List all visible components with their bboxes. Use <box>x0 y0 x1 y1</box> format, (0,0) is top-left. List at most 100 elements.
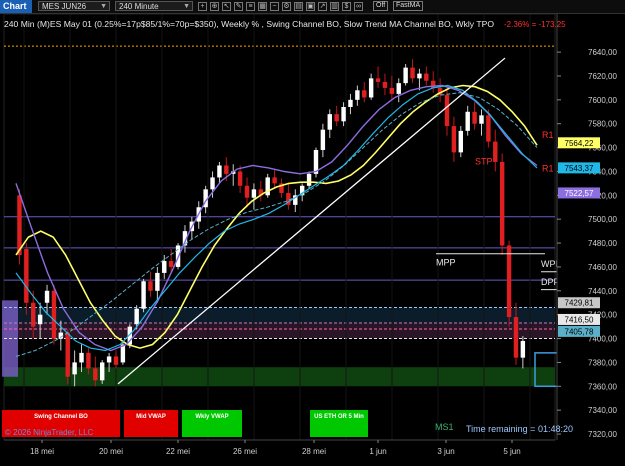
timeframe-label: 240 Minute <box>119 2 159 11</box>
candle-body <box>355 90 360 100</box>
x-tick-label: 5 jun <box>503 447 520 456</box>
candle-body <box>499 161 505 246</box>
off-toggle[interactable]: Off <box>373 1 389 11</box>
candle-body <box>320 129 326 150</box>
data-box-icon[interactable]: ▤ <box>294 2 303 11</box>
candle-body <box>93 368 98 381</box>
price-tag-label: 7564,22 <box>565 139 594 148</box>
candle-body <box>134 308 139 325</box>
candle-body <box>224 165 229 174</box>
candle-body <box>99 362 105 381</box>
timeframe-selector[interactable]: 240 Minute ▼ <box>115 1 193 11</box>
candle-body <box>424 73 429 81</box>
strip-label: US ETH OR 5 Min <box>314 414 364 420</box>
chart-text-label: R1 <box>542 130 554 140</box>
candle-body <box>334 114 339 122</box>
link-icon[interactable]: ∞ <box>354 2 363 11</box>
y-tick-label: 7640,00 <box>588 48 617 57</box>
crosshair-icon[interactable]: + <box>198 2 207 11</box>
candle-body <box>417 73 422 79</box>
strip-label: Mid VWAP <box>136 414 166 420</box>
candle-body <box>341 107 346 122</box>
time-remaining: Time remaining = 01:48:20 <box>466 424 573 434</box>
price-tag-label: 7416,50 <box>565 315 594 324</box>
y-tick-label: 7620,00 <box>588 72 617 81</box>
strip-label: Swing Channel BO <box>34 414 88 420</box>
candle-body <box>520 340 526 358</box>
y-tick-label: 7460,00 <box>588 263 617 272</box>
us-eth-strip: US ETH OR 5 Min <box>310 410 368 437</box>
candle-body <box>162 260 167 273</box>
price-tag-label: 7429,81 <box>565 299 594 308</box>
price-tag-label: 7543,37 <box>565 164 594 173</box>
percent-change: -2.36% = -173.25 <box>504 20 566 29</box>
candle-body <box>306 173 312 186</box>
candle-body <box>244 185 250 198</box>
candle-body <box>410 67 415 79</box>
draw-icon[interactable]: ✎ <box>234 2 243 11</box>
x-tick-label: 26 mei <box>233 447 257 456</box>
fastma-toggle[interactable]: FastMA <box>393 1 424 11</box>
candle-body <box>465 111 470 131</box>
chart-trader-icon[interactable]: $ <box>342 2 351 11</box>
mid-vwap-strip: Mid VWAP <box>124 410 178 437</box>
price-chart[interactable]: MPPWPPDPPR1R1CLOSTP+3,0+2,5+2,0+1,5+1,0+… <box>0 14 625 466</box>
candle-body <box>17 195 22 255</box>
candle-body <box>141 281 146 309</box>
chevron-down-icon: ▼ <box>183 3 190 10</box>
candle-body <box>31 302 36 327</box>
chart-text-label: STP <box>475 156 493 166</box>
y-tick-label: 7600,00 <box>588 96 617 105</box>
candle-body <box>368 78 374 98</box>
candle-body <box>486 115 491 142</box>
candle-body <box>479 115 484 124</box>
properties-icon[interactable]: ≡ <box>246 2 255 11</box>
x-tick-label: 22 mei <box>166 447 190 456</box>
candle-body <box>44 290 50 303</box>
chart-text-label: MPP <box>436 258 456 268</box>
chart-tab[interactable]: Chart <box>0 0 32 13</box>
x-tick-label: 18 mei <box>30 447 54 456</box>
chart-title: 240 Min (M)ES May 01 (0.25%=17p$85/1%=70… <box>4 19 495 29</box>
candle-body <box>444 95 450 127</box>
candle-body <box>493 141 498 162</box>
y-tick-label: 7380,00 <box>588 358 617 367</box>
x-tick-label: 3 jun <box>437 447 454 456</box>
candle-body <box>237 171 243 186</box>
candle-body <box>382 81 388 88</box>
candle-body <box>106 356 112 363</box>
candle-body <box>272 177 277 184</box>
layout-icon[interactable]: ▥ <box>330 2 339 11</box>
opening-range-band <box>4 367 555 387</box>
y-tick-label: 7580,00 <box>588 120 617 129</box>
candle-body <box>403 67 408 84</box>
pointer-icon[interactable]: ↖ <box>222 2 231 11</box>
candle-body <box>217 165 222 178</box>
y-tick-label: 7340,00 <box>588 406 617 415</box>
candle-body <box>458 130 464 153</box>
zoom-icon[interactable]: ⊕ <box>210 2 219 11</box>
strategy-icon[interactable]: ⚙ <box>282 2 291 11</box>
share-icon[interactable]: ↗ <box>318 2 327 11</box>
y-tick-label: 7500,00 <box>588 215 617 224</box>
y-tick-label: 7320,00 <box>588 430 617 439</box>
instrument-selector[interactable]: MES JUN26 ▼ <box>38 1 110 11</box>
indicators-icon[interactable]: ~ <box>270 2 279 11</box>
candle-body <box>79 352 84 363</box>
chevron-down-icon: ▼ <box>100 3 107 10</box>
candle-body <box>348 99 353 107</box>
candle-body <box>327 114 332 130</box>
snapshot-icon[interactable]: ▣ <box>306 2 315 11</box>
toolbar: Chart MES JUN26 ▼ 240 Minute ▼ + ⊕ ↖ ✎ ≡… <box>0 0 625 14</box>
candle-body <box>155 272 160 291</box>
template-icon[interactable]: ▦ <box>258 2 267 11</box>
candle-body <box>24 249 29 303</box>
price-tag-label: 7405,78 <box>565 327 594 336</box>
instrument-label: MES JUN26 <box>42 2 87 11</box>
candle-body <box>86 352 91 369</box>
candle-body <box>37 314 43 325</box>
candle-body <box>113 356 119 365</box>
candle-body <box>168 260 174 267</box>
candle-body <box>51 290 57 339</box>
x-tick-label: 28 mei <box>302 447 326 456</box>
